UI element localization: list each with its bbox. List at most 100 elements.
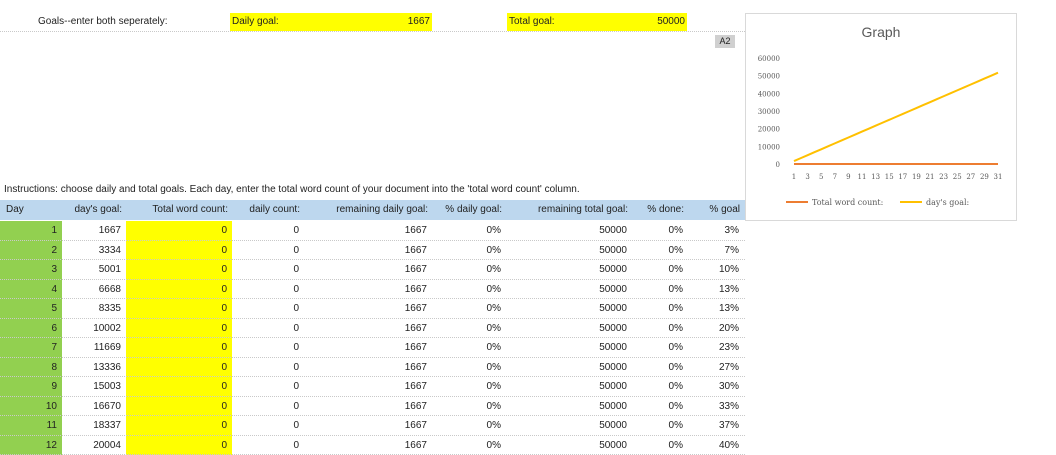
table-cell[interactable]: 30% [688,377,744,397]
table-cell[interactable]: 0% [632,299,688,319]
table-cell[interactable]: 50000 [506,338,632,358]
day-cell[interactable]: 1 [0,221,62,241]
table-cell[interactable]: 3% [688,221,744,241]
table-cell[interactable]: 0% [632,436,688,455]
table-cell[interactable]: 6668 [62,280,126,300]
column-header[interactable]: % goal [688,201,744,219]
table-cell[interactable]: 1667 [304,358,432,378]
total-goal-input[interactable]: 50000 [631,13,687,31]
table-cell[interactable]: 13% [688,299,744,319]
day-cell[interactable]: 9 [0,377,62,397]
table-cell[interactable]: 23% [688,338,744,358]
word-count-input[interactable]: 0 [126,280,232,300]
table-cell[interactable]: 15003 [62,377,126,397]
table-cell[interactable]: 0% [632,358,688,378]
column-header[interactable]: Day [0,201,62,219]
day-cell[interactable]: 2 [0,241,62,261]
table-cell[interactable]: 0% [432,436,506,455]
table-cell[interactable]: 0 [232,377,304,397]
table-cell[interactable]: 20% [688,319,744,339]
table-cell[interactable]: 1667 [304,319,432,339]
word-count-input[interactable]: 0 [126,221,232,241]
word-count-input[interactable]: 0 [126,241,232,261]
table-cell[interactable]: 1667 [304,241,432,261]
table-cell[interactable]: 0% [632,280,688,300]
table-cell[interactable]: 40% [688,436,744,455]
table-cell[interactable]: 1667 [304,221,432,241]
table-cell[interactable]: 1667 [304,397,432,417]
word-count-input[interactable]: 0 [126,299,232,319]
table-cell[interactable]: 27% [688,358,744,378]
table-cell[interactable]: 0% [632,260,688,280]
table-cell[interactable]: 50000 [506,299,632,319]
day-cell[interactable]: 4 [0,280,62,300]
table-cell[interactable]: 3334 [62,241,126,261]
table-cell[interactable]: 0% [432,280,506,300]
chart-panel[interactable]: Graph01000020000300004000050000600001357… [745,13,1017,221]
table-cell[interactable]: 10002 [62,319,126,339]
column-header[interactable]: daily count: [232,201,304,219]
column-header[interactable]: remaining daily goal: [304,201,432,219]
word-count-input[interactable]: 0 [126,319,232,339]
day-cell[interactable]: 12 [0,436,62,455]
table-cell[interactable]: 0% [432,241,506,261]
word-count-input[interactable]: 0 [126,260,232,280]
column-header[interactable]: day's goal: [62,201,126,219]
column-header[interactable]: remaining total goal: [506,201,632,219]
table-cell[interactable]: 11669 [62,338,126,358]
table-cell[interactable]: 0% [632,221,688,241]
table-cell[interactable]: 0 [232,338,304,358]
table-cell[interactable]: 1667 [304,436,432,455]
column-header[interactable]: Total word count: [126,201,232,219]
word-count-input[interactable]: 0 [126,358,232,378]
table-cell[interactable]: 0% [432,358,506,378]
table-cell[interactable]: 0% [432,299,506,319]
table-cell[interactable]: 0% [632,377,688,397]
table-cell[interactable]: 50000 [506,377,632,397]
total-goal-label[interactable]: Total goal: [507,13,631,31]
table-cell[interactable]: 0% [432,416,506,436]
day-cell[interactable]: 7 [0,338,62,358]
word-count-input[interactable]: 0 [126,338,232,358]
table-cell[interactable]: 16670 [62,397,126,417]
table-cell[interactable]: 37% [688,416,744,436]
table-cell[interactable]: 50000 [506,397,632,417]
table-cell[interactable]: 50000 [506,221,632,241]
day-cell[interactable]: 8 [0,358,62,378]
table-cell[interactable]: 33% [688,397,744,417]
table-cell[interactable]: 0% [632,416,688,436]
table-cell[interactable]: 0% [632,397,688,417]
daily-goal-input[interactable]: 1667 [308,13,432,31]
table-cell[interactable]: 50000 [506,260,632,280]
table-cell[interactable]: 50000 [506,241,632,261]
daily-goal-label[interactable]: Daily goal: [230,13,308,31]
table-cell[interactable]: 50000 [506,280,632,300]
column-header[interactable]: % daily goal: [432,201,506,219]
table-cell[interactable]: 0% [432,319,506,339]
table-cell[interactable]: 0% [432,397,506,417]
table-cell[interactable]: 0% [432,221,506,241]
day-cell[interactable]: 6 [0,319,62,339]
table-cell[interactable]: 0% [632,319,688,339]
table-cell[interactable]: 0 [232,397,304,417]
table-cell[interactable]: 13% [688,280,744,300]
table-cell[interactable]: 1667 [304,280,432,300]
table-cell[interactable]: 20004 [62,436,126,455]
day-cell[interactable]: 11 [0,416,62,436]
word-count-input[interactable]: 0 [126,436,232,455]
table-cell[interactable]: 0 [232,241,304,261]
word-count-input[interactable]: 0 [126,397,232,417]
table-cell[interactable]: 0% [432,377,506,397]
table-cell[interactable]: 0 [232,280,304,300]
day-cell[interactable]: 5 [0,299,62,319]
table-cell[interactable]: 50000 [506,319,632,339]
table-cell[interactable]: 0 [232,221,304,241]
table-cell[interactable]: 1667 [304,260,432,280]
table-cell[interactable]: 0% [432,260,506,280]
table-cell[interactable]: 0% [632,338,688,358]
table-cell[interactable]: 5001 [62,260,126,280]
table-cell[interactable]: 7% [688,241,744,261]
table-cell[interactable]: 50000 [506,358,632,378]
table-cell[interactable]: 0% [632,241,688,261]
table-cell[interactable]: 1667 [304,299,432,319]
